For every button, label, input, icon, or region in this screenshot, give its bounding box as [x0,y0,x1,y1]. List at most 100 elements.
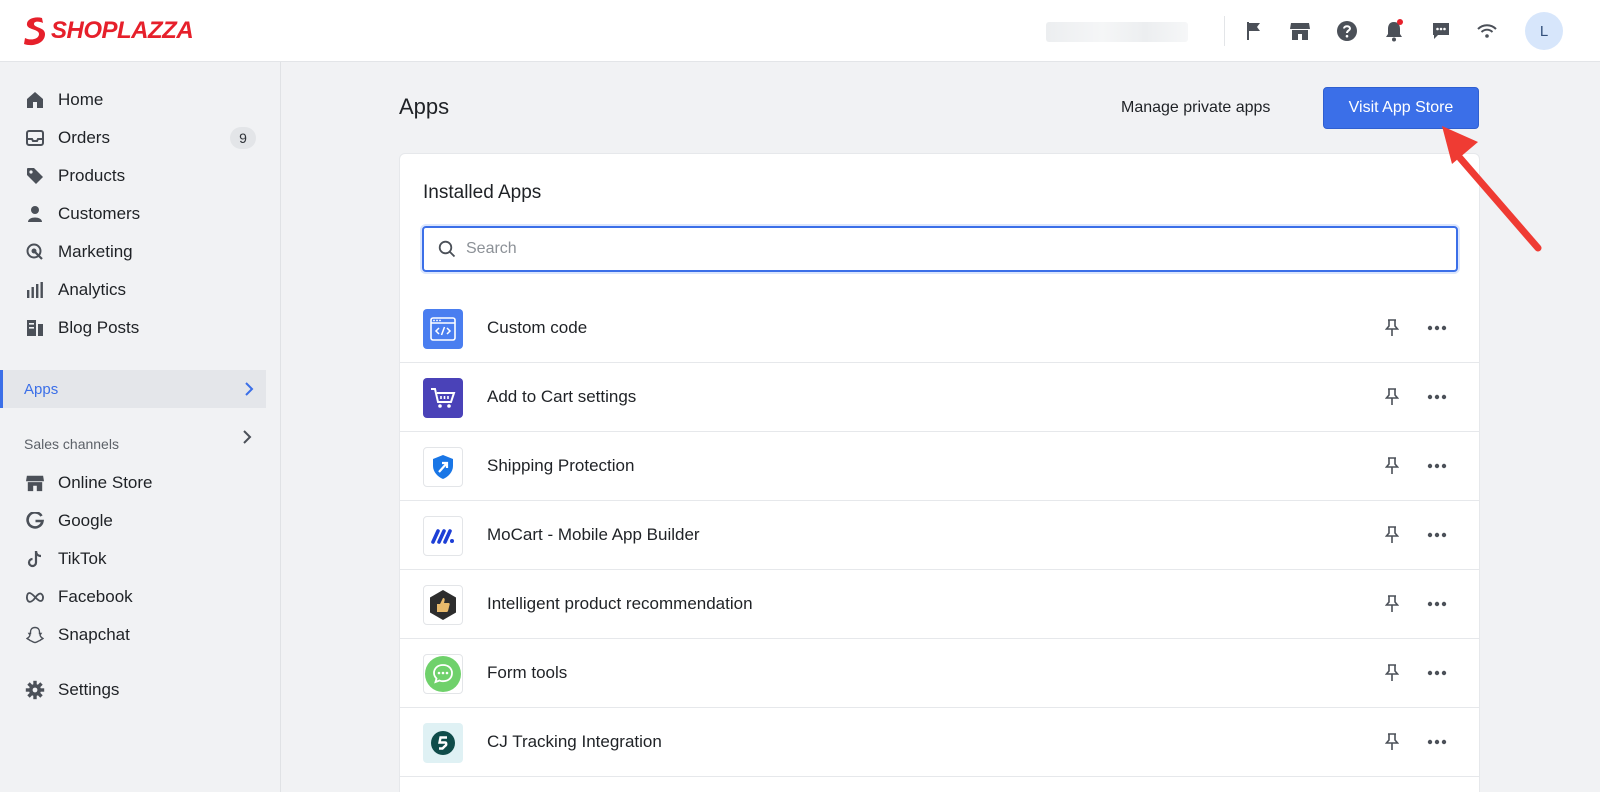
app-name: CJ Tracking Integration [487,732,662,751]
installed-apps-card: Installed Apps Custom code Add to Cart s… [399,153,1480,792]
sidebar-item-label: Facebook [58,587,133,606]
sidebar-item-label: Orders [58,128,110,147]
manage-private-apps-link[interactable]: Manage private apps [1121,99,1270,117]
top-divider [1224,16,1225,46]
chat-bubble-icon [423,654,463,694]
google-icon [24,510,46,532]
brand-name: SHOPLAZZA [51,17,194,44]
sidebar-item-label: Marketing [58,242,133,261]
target-icon [24,241,46,263]
store-icon[interactable] [1287,18,1313,44]
sidebar-item-label: Blog Posts [58,318,140,337]
sidebar-item-label: Customers [58,204,141,223]
app-row-custom-code[interactable]: Custom code [400,294,1479,363]
sidebar-item-home[interactable]: Home [0,81,266,119]
more-options-icon[interactable] [1424,385,1450,409]
sidebar-item-customers[interactable]: Customers [0,195,266,233]
sidebar-item-online-store[interactable]: Online Store [0,464,266,502]
app-name: Intelligent product recommendation [487,594,753,613]
pin-icon[interactable] [1382,456,1402,476]
button-label: Visit App Store [1348,99,1454,116]
sidebar: Home Orders 9 Products Customers Marketi… [0,62,281,792]
person-icon [24,203,46,225]
notification-dot [1397,19,1403,25]
more-options-icon[interactable] [1424,661,1450,685]
sidebar-item-label: Products [58,166,126,185]
shield-icon [423,447,463,487]
more-options-icon[interactable] [1424,592,1450,616]
sidebar-item-orders[interactable]: Orders 9 [0,119,266,157]
search-input[interactable] [466,240,1366,258]
sidebar-item-facebook[interactable]: Facebook [0,578,266,616]
flag-icon[interactable] [1241,18,1267,44]
store-icon [24,472,46,494]
sidebar-item-snapchat[interactable]: Snapchat [0,616,266,654]
app-row-cj-tracking[interactable]: CJ Tracking Integration [400,708,1479,777]
tag-icon [24,165,46,187]
app-row-add-to-cart[interactable]: Add to Cart settings [400,363,1479,432]
search-icon [438,240,456,258]
sidebar-item-google[interactable]: Google [0,502,266,540]
sidebar-item-analytics[interactable]: Analytics [0,271,266,309]
card-title: Installed Apps [423,182,542,203]
help-icon[interactable] [1334,18,1360,44]
pin-icon[interactable] [1382,732,1402,752]
app-name: Add to Cart settings [487,387,637,406]
app-name: Form tools [487,663,568,682]
wifi-icon[interactable] [1474,18,1500,44]
gear-icon [24,679,46,701]
store-name-blurred [1046,22,1188,42]
cj-logo-icon [423,723,463,763]
home-icon [24,89,46,111]
chevron-right-icon [243,430,252,444]
sidebar-item-label: Online Store [58,473,153,492]
sidebar-item-apps[interactable]: Apps [0,370,266,408]
chat-icon[interactable] [1428,18,1454,44]
more-options-icon[interactable] [1424,316,1450,340]
chevron-right-icon [245,382,254,396]
pin-icon[interactable] [1382,387,1402,407]
more-options-icon[interactable] [1424,454,1450,478]
code-window-icon [423,309,463,349]
mocart-logo-icon [423,516,463,556]
shoplazza-logo[interactable]: SHOPLAZZA [22,15,194,47]
cart-icon [423,378,463,418]
sidebar-item-settings[interactable]: Settings [0,671,266,709]
app-row-intelligent-recommendation[interactable]: Intelligent product recommendation [400,570,1479,639]
sidebar-item-marketing[interactable]: Marketing [0,233,266,271]
snapchat-icon [24,624,46,646]
bar-chart-icon [24,279,46,301]
pin-icon[interactable] [1382,594,1402,614]
page-title: Apps [399,94,450,119]
more-options-icon[interactable] [1424,730,1450,754]
app-row-form-tools[interactable]: Form tools [400,639,1479,708]
meta-icon [24,586,46,608]
pin-icon[interactable] [1382,663,1402,683]
app-name: Shipping Protection [487,456,635,475]
pin-icon[interactable] [1382,525,1402,545]
orders-count-badge: 9 [230,127,256,149]
more-options-icon[interactable] [1424,523,1450,547]
sidebar-item-products[interactable]: Products [0,157,266,195]
sidebar-item-blog-posts[interactable]: Blog Posts [0,309,266,347]
annotation-arrow-icon [1442,126,1542,252]
sidebar-item-label: Apps [24,381,59,398]
inbox-icon [24,127,46,149]
pin-icon[interactable] [1382,318,1402,338]
sidebar-item-label: TikTok [58,549,107,568]
search-box[interactable] [422,226,1458,272]
tiktok-icon [24,548,46,570]
app-row-mocart[interactable]: MoCart - Mobile App Builder [400,501,1479,570]
sidebar-item-label: Settings [58,680,120,699]
sidebar-item-label: Home [58,90,104,109]
bell-icon[interactable] [1381,18,1407,44]
avatar[interactable]: L [1525,12,1563,50]
top-bar: SHOPLAZZA L [0,0,1600,62]
sidebar-item-label: Analytics [58,280,127,299]
avatar-initial: L [1539,22,1549,40]
sidebar-item-label: Snapchat [58,625,130,644]
sidebar-item-tiktok[interactable]: TikTok [0,540,266,578]
app-row-shipping-protection[interactable]: Shipping Protection [400,432,1479,501]
shoplazza-logo-icon [24,17,45,46]
section-label: Sales channels [24,436,119,452]
